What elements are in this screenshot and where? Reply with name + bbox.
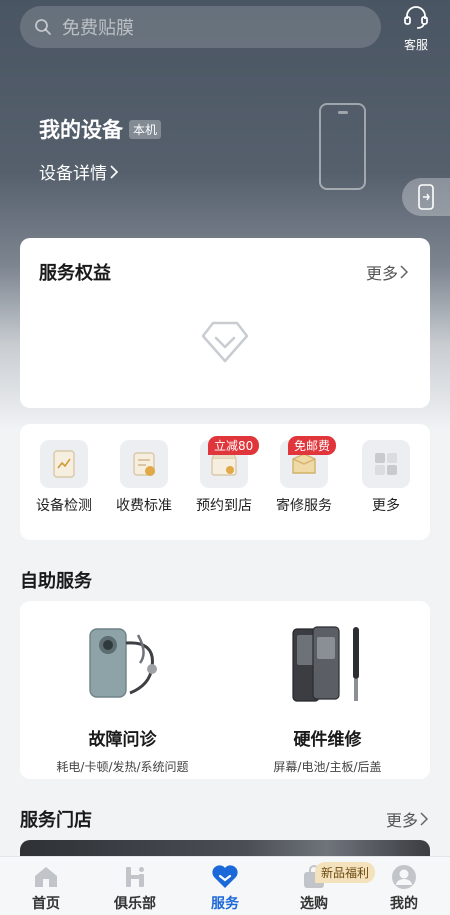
hardware-repair-subtitle: 屏幕/电池/主板/后盖 (273, 760, 382, 774)
tab-label: 选购 (300, 896, 328, 912)
device-check-icon (40, 440, 88, 488)
profile-icon (392, 865, 416, 889)
fault-diagnosis-title: 故障问诊 (88, 730, 157, 750)
home-icon (35, 867, 57, 887)
service-mail-repair[interactable]: 免邮费 寄修服务 (264, 436, 344, 515)
headset-icon (404, 6, 428, 29)
club-icon (126, 867, 144, 887)
device-title: 我的设备 (39, 118, 123, 142)
chevron-right-icon (420, 812, 429, 826)
tab-label: 服务 (211, 896, 239, 912)
tab-club[interactable]: 俱乐部 (105, 863, 165, 913)
grid-icon (362, 440, 410, 488)
self-service-card: 故障问诊 耗电/卡顿/发热/系统问题 硬件维修 屏幕/电池/主板/后盖 (20, 601, 430, 779)
search-bar[interactable]: 免费贴膜 (20, 6, 381, 48)
tab-label: 首页 (32, 896, 60, 912)
device-phone-illustration (319, 103, 366, 190)
phone-switch-icon (418, 184, 434, 210)
hardware-repair-item[interactable]: 硬件维修 屏幕/电池/主板/后盖 (225, 623, 430, 775)
device-detail-label: 设备详情 (39, 164, 107, 184)
fault-diagnosis-item[interactable]: 故障问诊 耗电/卡顿/发热/系统问题 (20, 623, 225, 775)
phone-teardown-icon (291, 626, 359, 702)
tab-home[interactable]: 首页 (16, 863, 76, 913)
bottom-tab-bar: 首页 俱乐部 服务 选购 我的 (0, 856, 450, 915)
chevron-right-icon (400, 265, 409, 279)
stores-more-link[interactable]: 更多 (386, 807, 430, 831)
rights-title: 服务权益 (39, 263, 111, 284)
self-service-title: 自助服务 (20, 571, 92, 592)
fault-diagnosis-subtitle: 耗电/卡顿/发热/系统问题 (56, 760, 189, 774)
service-label: 更多 (372, 498, 400, 514)
quick-services-card: 设备检测 收费标准 立减80 预约到店 免邮费 寄修服务 更多 (20, 424, 430, 540)
device-detail-link[interactable]: 设备详情 (39, 159, 121, 184)
tab-me[interactable]: 我的 (374, 863, 434, 913)
service-label: 收费标准 (116, 498, 172, 514)
hardware-repair-title: 硬件维修 (293, 730, 362, 750)
pricing-icon (120, 440, 168, 488)
service-pricing[interactable]: 收费标准 (104, 440, 184, 515)
service-store-booking[interactable]: 立减80 预约到店 (184, 436, 264, 515)
service-rights-card: 服务权益 更多 (20, 238, 430, 408)
new-product-tag: 新品福利 (315, 862, 376, 883)
service-stores-title: 服务门店 (20, 810, 92, 831)
device-title-row: 我的设备 本机 (39, 114, 162, 144)
free-shipping-tag: 免邮费 (288, 436, 337, 455)
discount-tag: 立减80 (208, 436, 260, 455)
chevron-right-icon (110, 164, 119, 179)
tab-service[interactable]: 服务 (195, 863, 255, 913)
tab-label: 俱乐部 (114, 896, 156, 912)
local-device-badge: 本机 (129, 119, 162, 139)
customer-service-button[interactable]: 客服 (396, 6, 436, 53)
service-label: 预约到店 (196, 498, 252, 514)
service-label: 设备检测 (36, 498, 92, 514)
search-icon (35, 19, 51, 35)
rights-more-link[interactable]: 更多 (366, 260, 410, 284)
stethoscope-phone-icon (88, 628, 157, 698)
device-switch-button[interactable] (402, 178, 450, 216)
service-more[interactable]: 更多 (346, 440, 426, 515)
stores-more-label: 更多 (385, 811, 418, 830)
rights-empty-icon (201, 321, 249, 363)
search-placeholder: 免费贴膜 (62, 18, 134, 39)
rights-more-label: 更多 (365, 264, 398, 283)
service-device-check[interactable]: 设备检测 (24, 440, 104, 515)
service-label: 寄修服务 (276, 498, 332, 514)
tab-label: 我的 (390, 896, 418, 912)
service-heart-icon (212, 865, 238, 888)
customer-service-label: 客服 (403, 38, 428, 52)
